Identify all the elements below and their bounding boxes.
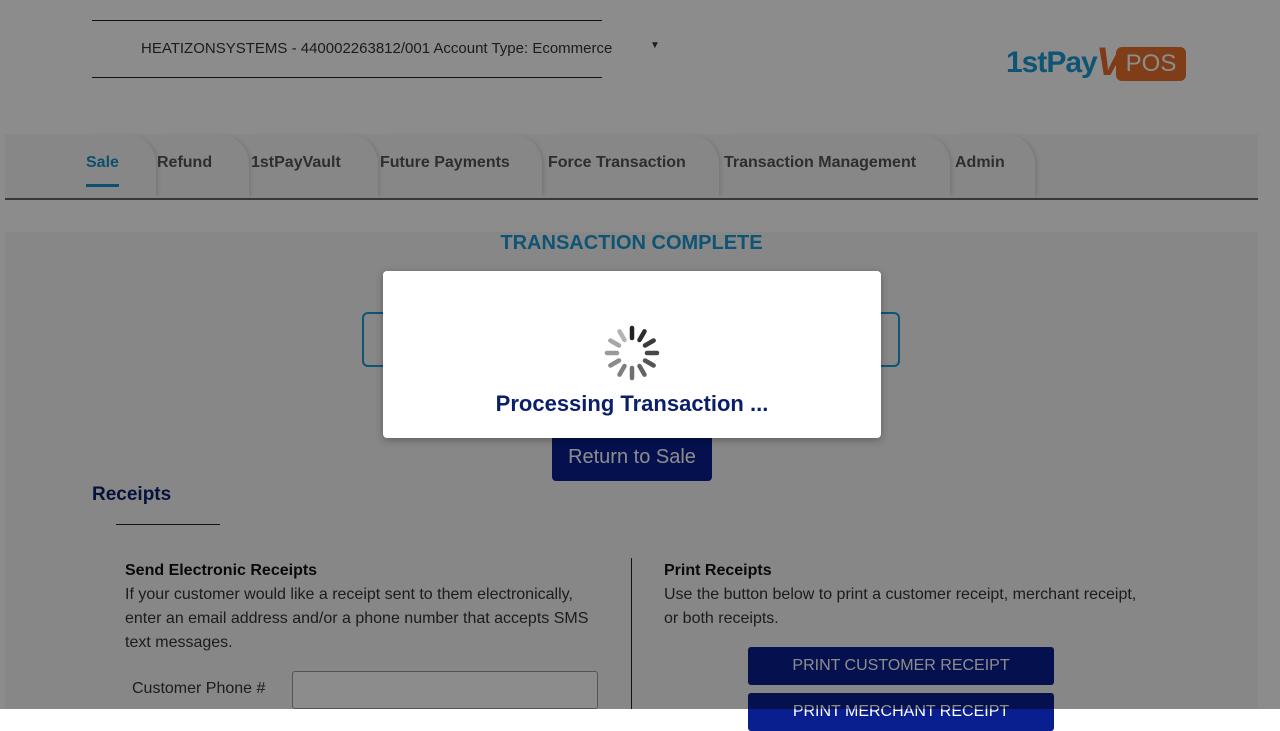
processing-message: Processing Transaction ...	[495, 391, 769, 416]
processing-modal: Processing Transaction ...	[383, 271, 881, 438]
loading-spinner-icon	[604, 325, 660, 381]
page: HEATIZONSYSTEMS - 440002263812/001 Accou…	[0, 0, 1280, 731]
